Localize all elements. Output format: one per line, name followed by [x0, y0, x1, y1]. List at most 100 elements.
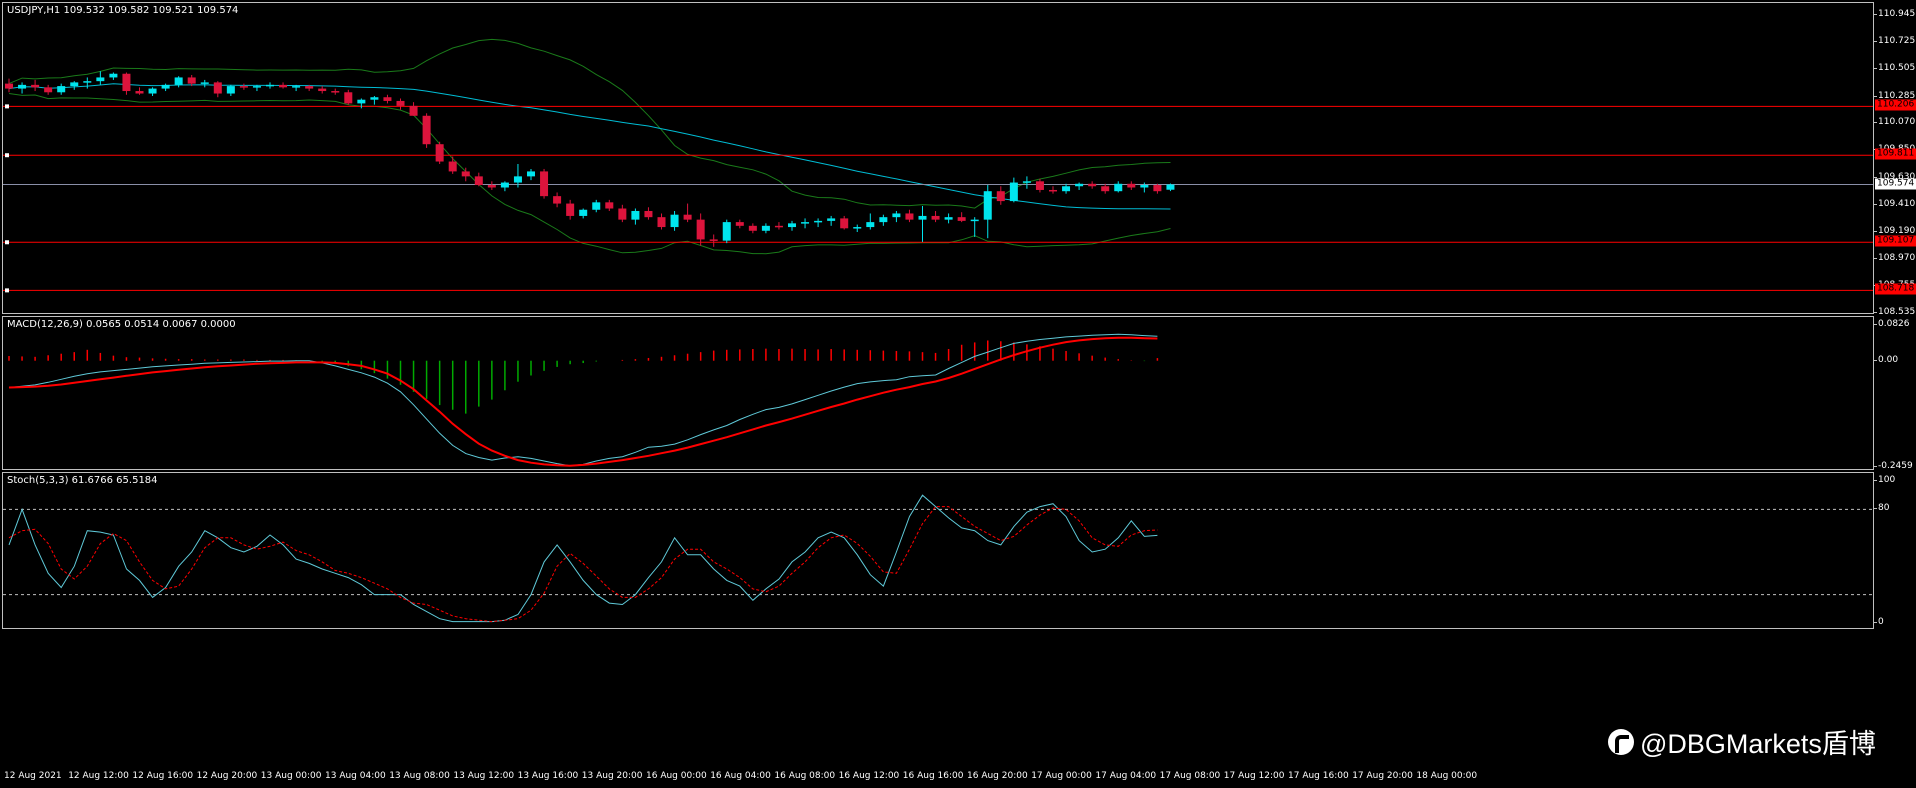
candle-body	[461, 171, 470, 177]
candle-body	[396, 100, 405, 106]
candle-body	[435, 144, 444, 162]
candle-body	[331, 91, 340, 93]
candle-body	[866, 222, 875, 228]
x-tick-label: 17 Aug 20:00	[1352, 771, 1413, 781]
candle-body	[527, 171, 535, 177]
candle-body	[448, 161, 457, 172]
y-tick-label: 110.945	[1873, 9, 1916, 19]
x-tick-label: 12 Aug 2021	[4, 771, 62, 781]
candle-body	[57, 86, 66, 93]
y-tick-label: 109.410	[1873, 198, 1916, 209]
candle-body	[83, 81, 92, 83]
y-tick-label: 0	[1874, 617, 1884, 627]
x-tick-label: 13 Aug 08:00	[389, 771, 450, 781]
x-tick-label: 17 Aug 16:00	[1288, 771, 1349, 781]
x-tick-label: 12 Aug 16:00	[132, 771, 194, 781]
candle-body	[879, 217, 888, 223]
candle-body	[1009, 182, 1018, 202]
candle-body	[801, 222, 810, 224]
x-tick-label: 16 Aug 00:00	[646, 771, 707, 781]
candle-body	[70, 82, 79, 87]
candle-body	[122, 73, 131, 92]
macd-chart	[8, 333, 1159, 467]
macd-panel[interactable]: MACD(12,26,9) 0.0565 0.0514 0.0067 0.000…	[2, 316, 1874, 470]
candle-body	[409, 105, 418, 116]
candle-body	[670, 214, 679, 228]
x-tick-label: 17 Aug 04:00	[1095, 771, 1157, 781]
candle-body	[761, 225, 770, 231]
candle-body	[683, 214, 692, 220]
x-tick-label: 17 Aug 00:00	[1031, 771, 1092, 781]
candle-body	[1166, 184, 1175, 190]
y-tick-label: 110.505	[1873, 63, 1916, 74]
level-price-tag: 108.718	[1875, 283, 1916, 295]
x-tick-label: 17 Aug 08:00	[1159, 771, 1221, 781]
brand-logo-icon	[1608, 728, 1634, 755]
stoch-panel[interactable]: Stoch(5,3,3) 61.6766 65.5184	[2, 472, 1874, 629]
stoch-main-line	[8, 494, 1158, 623]
candle-body	[109, 73, 118, 78]
y-tick-label: 100	[1873, 475, 1896, 485]
candle-body	[970, 219, 979, 222]
candle-body	[696, 219, 705, 240]
candle-body	[709, 239, 718, 241]
y-tick-label: 0.00	[1873, 354, 1899, 365]
level-handle	[5, 288, 9, 293]
candle-body	[161, 84, 170, 89]
candle-body	[474, 176, 483, 186]
candle-body	[135, 91, 144, 94]
candle-body	[1101, 186, 1110, 192]
candle-body	[422, 115, 431, 145]
candle-body	[174, 77, 183, 85]
candle-body	[1062, 186, 1071, 192]
candle-body	[279, 84, 288, 88]
candle-body	[239, 86, 248, 88]
candle-body	[1075, 183, 1084, 187]
candle-body	[996, 191, 1005, 202]
candle-body	[827, 218, 836, 221]
candle-body	[748, 225, 757, 231]
stoch-y-axis: 100 80 0	[1873, 472, 1916, 629]
x-tick-label: 17 Aug 12:00	[1223, 771, 1285, 781]
candle-body	[605, 202, 614, 209]
y-tick-label: -0.2459	[1874, 461, 1913, 471]
candle-body	[513, 176, 522, 183]
candle-body	[957, 217, 966, 221]
candle-body	[213, 82, 222, 94]
candle-body	[344, 92, 353, 104]
candle-body	[840, 218, 849, 229]
candle-body	[487, 185, 496, 188]
candle-body	[735, 222, 744, 226]
candle-body	[318, 88, 327, 92]
candle-body	[892, 213, 901, 218]
candle-body	[18, 84, 27, 89]
candle-body	[814, 220, 823, 223]
candle-body	[931, 215, 940, 220]
candle-body	[553, 196, 562, 204]
candle-body	[305, 86, 314, 89]
x-tick-label: 16 Aug 20:00	[967, 771, 1028, 781]
x-tick-label: 16 Aug 12:00	[838, 771, 900, 781]
candle-body	[1022, 181, 1031, 183]
price-chart	[3, 38, 1873, 293]
candle-body	[592, 202, 601, 210]
price-chart-title: USDJPY,H1 109.532 109.582 109.521 109.57…	[7, 5, 239, 16]
candle-body	[1153, 185, 1162, 192]
price-panel[interactable]: USDJPY,H1 109.532 109.582 109.521 109.57…	[2, 2, 1874, 314]
x-tick-label: 13 Aug 00:00	[260, 771, 322, 781]
x-tick-label: 12 Aug 20:00	[196, 771, 258, 781]
candle-body	[187, 77, 196, 84]
level-price-tag: 109.811	[1875, 148, 1916, 160]
candle-body	[148, 88, 157, 94]
x-tick-label: 13 Aug 16:00	[517, 771, 579, 781]
macd-signal-line	[8, 336, 1158, 467]
level-handle	[5, 240, 9, 245]
macd-title: MACD(12,26,9) 0.0565 0.0514 0.0067 0.000…	[7, 319, 236, 330]
candle-body	[252, 86, 261, 88]
candle-body	[788, 223, 796, 228]
candle-body	[657, 217, 666, 228]
candle-body	[200, 82, 209, 84]
candle-body	[266, 84, 274, 87]
candle-body	[853, 227, 862, 229]
moving-average-line	[8, 83, 1171, 210]
